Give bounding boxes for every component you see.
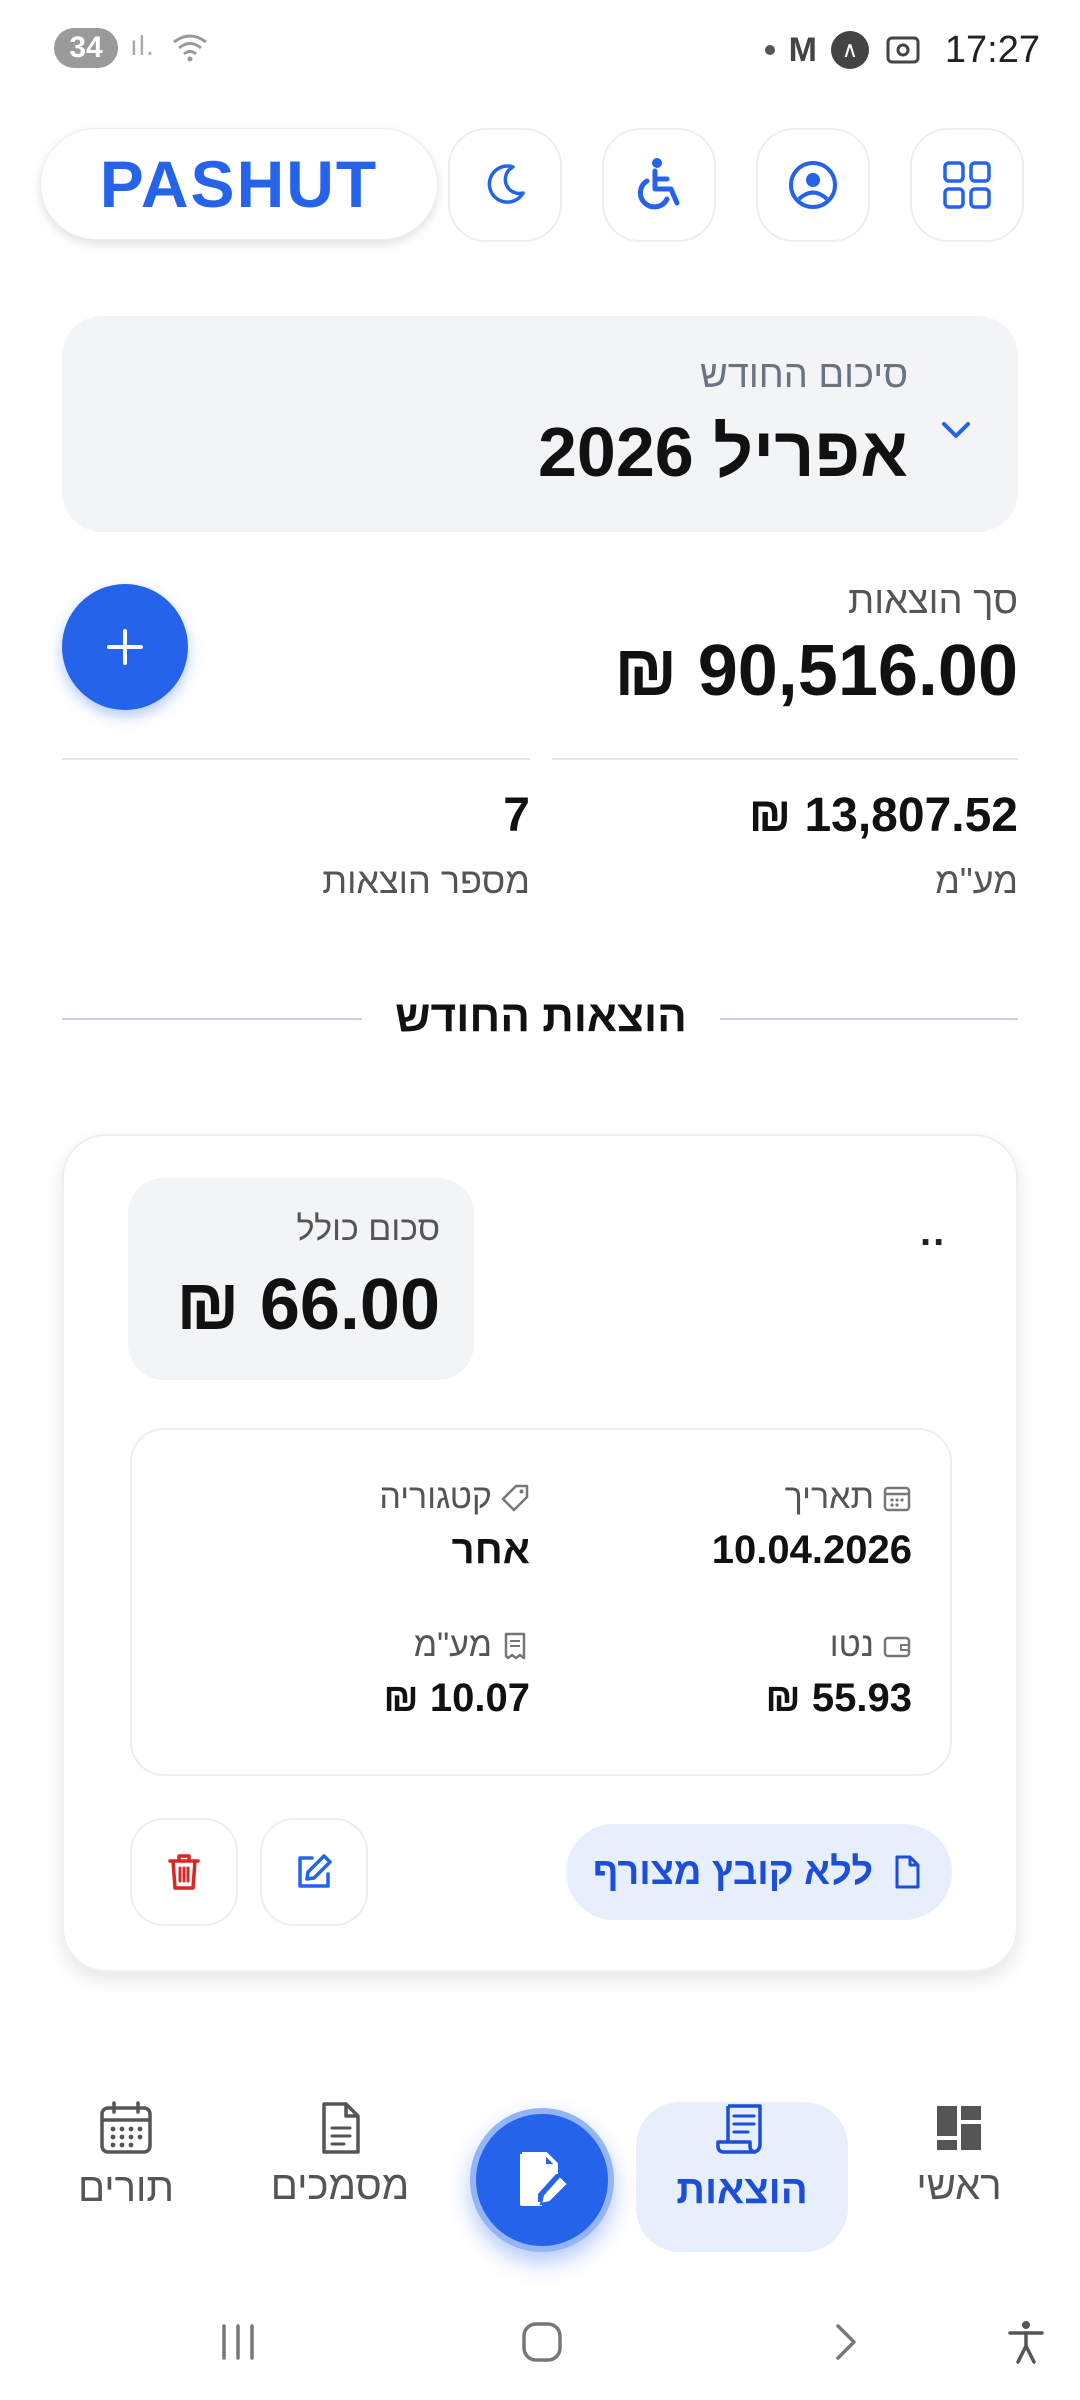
back-button[interactable] [816, 2312, 876, 2372]
attachment-label: ללא קובץ מצורף [592, 1850, 874, 1893]
accessibility-icon [1008, 2321, 1044, 2364]
home-button[interactable] [512, 2312, 572, 2372]
app-logo: PASHUT [99, 147, 379, 221]
logo-pill[interactable]: PASHUT [40, 128, 438, 240]
date-label: תאריך [784, 1478, 874, 1516]
clock: 17:27 [944, 28, 1040, 71]
wifi-icon [173, 34, 207, 62]
notification-count-badge: 34 [54, 28, 118, 68]
total-expenses-label: סך הוצאות [847, 580, 1018, 622]
expense-count-value: 7 [503, 789, 530, 842]
nav-item-home[interactable]: ראשי [884, 2100, 1034, 2209]
grid-icon [943, 161, 991, 209]
new-document-button[interactable] [470, 2108, 614, 2252]
category-field-label: קטגוריה [379, 1478, 530, 1517]
document-icon [322, 2102, 360, 2154]
nav-item-appointments[interactable]: תורים [56, 2100, 196, 2211]
app-notification-icon: ∧ [830, 31, 869, 69]
chevron-down-icon [942, 422, 970, 438]
wallet-icon [883, 1636, 911, 1657]
dark-mode-button[interactable] [448, 128, 562, 242]
divider [62, 758, 530, 760]
section-title: הוצאות החודש [395, 992, 687, 1041]
net-value: 55.93 ₪ [765, 1676, 912, 1720]
expense-total-value: 66.00 ₪ [176, 1265, 440, 1345]
recent-apps-button[interactable] [208, 2312, 268, 2372]
calendar-icon [883, 1486, 911, 1511]
section-line [62, 1018, 362, 1020]
nav-label-appointments: תורים [77, 2166, 175, 2210]
delete-expense-button[interactable] [130, 1818, 238, 1926]
attachment-button[interactable]: ללא קובץ מצורף [566, 1824, 952, 1920]
category-label: קטגוריה [379, 1478, 492, 1516]
recents-icon [222, 2324, 254, 2360]
calendar-icon [100, 2101, 152, 2154]
date-value: 10.04.2026 [711, 1528, 912, 1572]
nav-label-home: ראשי [916, 2164, 1002, 2208]
accessibility-button[interactable] [602, 128, 716, 242]
net-field-label: נטו [830, 1626, 912, 1665]
summary-subtitle: סיכום החודש [700, 354, 908, 396]
trash-icon [168, 1854, 200, 1890]
status-bar: 34 ıl. M ∧ 17:27 [0, 0, 1080, 100]
total-expenses-value: 90,516.00 ₪ [614, 631, 1018, 711]
add-expense-button[interactable] [62, 584, 188, 710]
expense-total-box: סכום כולל 66.00 ₪ [128, 1178, 474, 1380]
nav-item-documents[interactable]: מסמכים [250, 2100, 430, 2209]
nav-label-documents: מסמכים [270, 2164, 410, 2208]
expense-total-label: סכום כולל [296, 1210, 440, 1248]
section-line [720, 1018, 1018, 1020]
nav-label-expenses: הוצאות [676, 2168, 808, 2212]
edit-icon [298, 1854, 332, 1888]
chevron-right-icon [836, 2324, 856, 2360]
status-right: M ∧ 17:27 [764, 22, 1040, 78]
nav-item-expenses[interactable]: הוצאות [652, 2100, 832, 2213]
accessibility-shortcut-button[interactable] [996, 2312, 1056, 2372]
vat-total-label: מע"מ [935, 860, 1018, 901]
net-label: נטו [829, 1626, 874, 1664]
moon-icon [487, 164, 525, 204]
apps-button[interactable] [910, 128, 1024, 242]
month-selector[interactable]: סיכום החודש אפריל 2026 [62, 316, 1018, 532]
edit-expense-button[interactable] [260, 1818, 368, 1926]
profile-button[interactable] [756, 128, 870, 242]
receipt-icon [504, 1632, 526, 1659]
wheelchair-icon [637, 158, 680, 210]
summary-month: אפריל 2026 [537, 413, 908, 491]
vat-total-value: 13,807.52 ₪ [748, 789, 1018, 842]
plus-icon [107, 629, 143, 665]
screenshot-icon [886, 36, 920, 64]
home-icon [522, 2322, 562, 2362]
category-value: אחר [451, 1528, 530, 1572]
receipt-icon [716, 2104, 762, 2154]
expense-details: תאריך 10.04.2026 קטגוריה אחר נטו 55.93 ₪… [130, 1428, 952, 1776]
gmail-icon: M [788, 30, 817, 69]
dot-icon [764, 45, 775, 55]
user-circle-icon [789, 161, 837, 209]
vat-field-label: מע"מ [414, 1626, 530, 1665]
tag-icon [501, 1484, 529, 1511]
file-icon [895, 1855, 920, 1889]
expense-count-label: מספר הוצאות [322, 860, 530, 901]
dashboard-icon [937, 2106, 981, 2150]
signal-icon: ıl. [130, 30, 155, 61]
divider [552, 758, 1018, 760]
vat-label: מע"מ [413, 1626, 492, 1664]
vat-value: 10.07 ₪ [383, 1676, 530, 1720]
document-edit-icon [520, 2152, 570, 2206]
date-field-label: תאריך [785, 1478, 912, 1517]
more-options-button[interactable]: .. [920, 1210, 946, 1255]
